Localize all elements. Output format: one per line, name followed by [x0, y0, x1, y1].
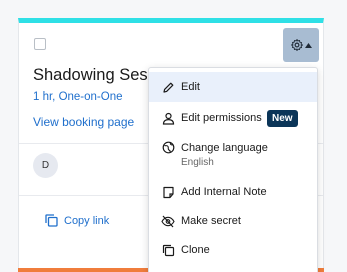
view-booking-page-link[interactable]: View booking page — [33, 115, 134, 129]
event-duration: 1 hr, One-on-One — [33, 91, 123, 103]
menu-item-make-secret[interactable]: Make secret — [149, 207, 317, 235]
language-icon — [161, 140, 175, 154]
note-icon — [161, 185, 175, 199]
menu-item-clone[interactable]: Clone — [149, 236, 317, 264]
menu-item-edit[interactable]: Edit — [149, 72, 317, 102]
menu-item-label: Make secret — [181, 215, 241, 227]
menu-item-label: Change language — [181, 142, 268, 154]
person-icon — [161, 111, 175, 125]
menu-item-label: Edit permissions — [181, 112, 262, 124]
menu-item-add-internal-note[interactable]: Add Internal Note — [149, 178, 317, 206]
menu-item-label: Edit — [181, 81, 200, 93]
menu-item-label: Clone — [181, 244, 210, 256]
copy-link-button[interactable]: Copy link — [45, 214, 109, 227]
event-title[interactable]: Shadowing Session — [33, 66, 149, 85]
settings-menu: Edit Edit permissions New Change languag… — [148, 67, 318, 272]
menu-item-change-language[interactable]: Change language English — [149, 134, 317, 174]
new-badge: New — [267, 109, 298, 127]
copy-link-label: Copy link — [64, 214, 110, 227]
pencil-icon — [161, 80, 175, 94]
current-language: English — [181, 157, 214, 168]
caret-up-icon — [305, 42, 312, 48]
menu-item-label: Add Internal Note — [181, 186, 267, 198]
gear-icon — [290, 38, 304, 52]
eye-slash-icon — [161, 214, 175, 228]
clone-icon — [161, 243, 175, 257]
settings-dropdown-button[interactable] — [283, 28, 319, 62]
menu-item-edit-permissions[interactable]: Edit permissions New — [149, 104, 317, 132]
avatar: D — [33, 153, 58, 178]
copy-icon — [45, 214, 58, 227]
select-checkbox[interactable] — [34, 38, 46, 50]
